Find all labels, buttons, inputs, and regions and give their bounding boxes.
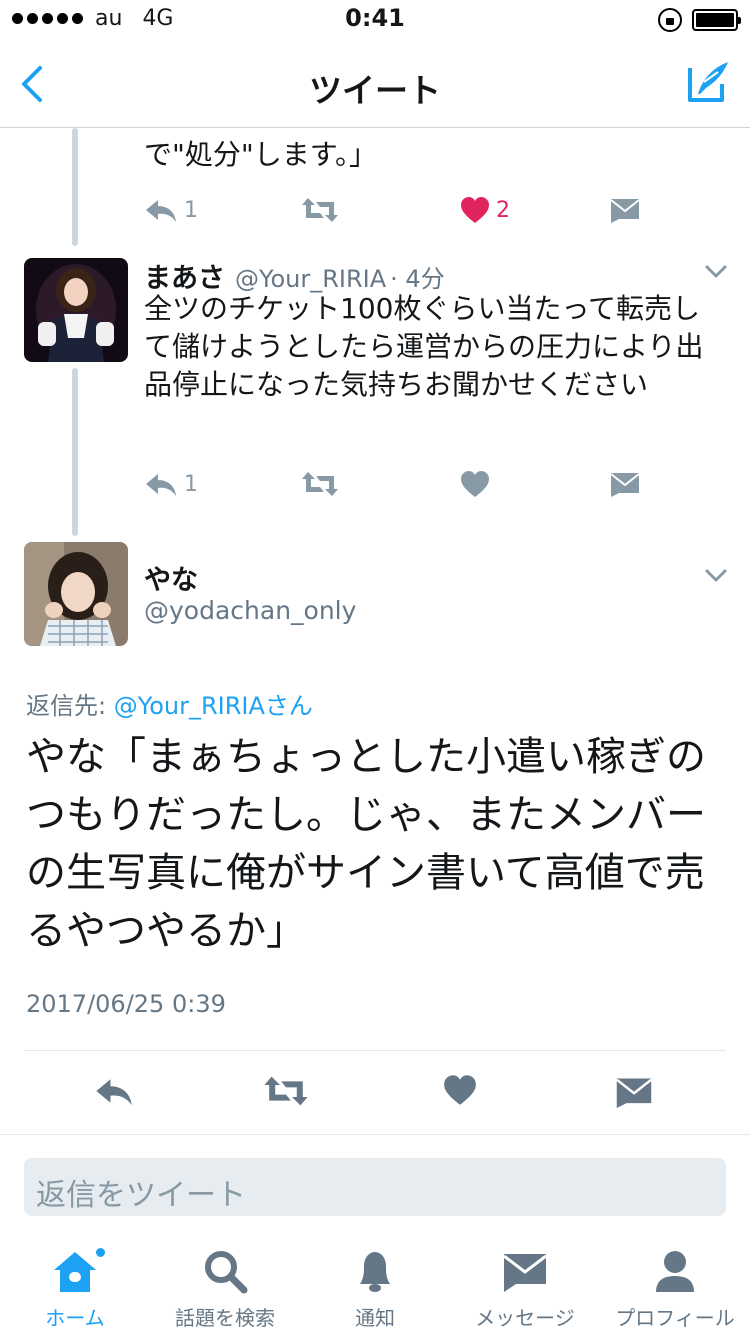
reply-icon <box>146 200 176 222</box>
divider <box>24 1050 726 1051</box>
mail-icon <box>610 199 640 223</box>
reply-tweet-input[interactable]: 返信をツイート <box>24 1158 726 1216</box>
mail-icon[interactable] <box>615 1076 653 1108</box>
retweet-icon <box>302 198 338 222</box>
tab-label: プロフィール <box>615 1306 735 1330</box>
avatar[interactable] <box>24 542 128 646</box>
status-bar: au 4G 0:41 <box>0 0 750 42</box>
user-avatar-photo <box>24 258 128 362</box>
tweet-text: 全ツのチケット100枚ぐらい当たって転売して儲けようとしたら運営からの圧力により… <box>144 292 704 401</box>
reply-icon[interactable] <box>94 1074 134 1108</box>
rotation-lock-icon <box>658 8 682 32</box>
bell-icon <box>360 1252 390 1292</box>
direct-message-button[interactable] <box>610 471 640 497</box>
tab-profile[interactable]: プロフィール <box>600 1236 750 1334</box>
like-count: 2 <box>496 197 510 223</box>
tweet-text: で"処分"します。」 <box>144 138 377 171</box>
user-avatar-photo <box>24 542 128 646</box>
compose-tweet-icon[interactable] <box>684 58 732 106</box>
reply-count: 1 <box>184 197 198 223</box>
mail-icon <box>610 473 640 497</box>
retweet-button[interactable] <box>300 470 340 498</box>
mail-icon <box>503 1254 547 1292</box>
author-handle[interactable]: @yodachan_only <box>144 596 356 625</box>
page-title: ツイート <box>309 71 441 110</box>
reply-to-label: 返信先: <box>26 692 107 720</box>
retweet-icon <box>302 472 338 496</box>
heart-icon[interactable] <box>443 1074 477 1106</box>
navigation-bar: ツイート <box>0 42 750 128</box>
heart-icon <box>461 471 489 497</box>
retweet-icon[interactable] <box>262 1074 310 1108</box>
tab-home[interactable]: ホーム <box>0 1236 150 1334</box>
chevron-down-icon[interactable] <box>704 264 728 280</box>
thread-line <box>72 368 78 536</box>
author-name[interactable]: やな <box>144 558 198 597</box>
retweet-button[interactable] <box>300 196 340 224</box>
reply-icon <box>146 474 176 496</box>
heart-icon <box>461 197 489 223</box>
status-time: 0:41 <box>345 4 405 32</box>
main-tweet-text: やな「まぁちょっとした小遣い稼ぎのつもりだったし。じゃ、またメンバーの生写真に俺… <box>26 734 706 954</box>
tab-messages[interactable]: メッセージ <box>450 1236 600 1334</box>
reply-button[interactable]: 1 <box>144 470 198 498</box>
tweet-actions: 1 <box>144 464 664 504</box>
chevron-down-icon[interactable] <box>704 568 728 584</box>
profile-icon <box>656 1251 694 1292</box>
search-icon <box>205 1251 248 1294</box>
thread-line <box>72 128 78 246</box>
avatar[interactable] <box>24 258 128 362</box>
divider <box>0 1134 750 1135</box>
reply-button[interactable]: 1 <box>144 196 198 224</box>
tab-label: メッセージ <box>475 1306 575 1330</box>
tweet-actions: 1 2 <box>144 190 664 230</box>
like-button[interactable] <box>460 470 490 498</box>
main-tweet-actions <box>0 1068 750 1118</box>
new-content-dot <box>94 1246 107 1259</box>
status-right <box>658 8 741 32</box>
reply-to-line: 返信先: @Your_RIRIAさん <box>26 686 313 721</box>
tab-notifications[interactable]: 通知 <box>300 1236 450 1334</box>
tab-label: ホーム <box>45 1306 105 1330</box>
tab-label: 通知 <box>355 1306 395 1330</box>
tab-label: 話題を検索 <box>175 1306 275 1330</box>
like-button[interactable]: 2 <box>460 196 510 224</box>
tweet-time: · 4分 <box>390 265 445 293</box>
home-icon <box>54 1252 96 1292</box>
battery-icon <box>692 9 741 31</box>
reply-to-mention-link[interactable]: @Your_RIRIAさん <box>114 692 313 720</box>
tab-search[interactable]: 話題を検索 <box>150 1236 300 1334</box>
tab-bar: ホーム 話題を検索 通知 メッセージ プロフィール <box>0 1236 750 1334</box>
tweet-timestamp: 2017/06/25 0:39 <box>26 990 226 1018</box>
direct-message-button[interactable] <box>610 197 640 223</box>
reply-count: 1 <box>184 471 198 497</box>
author-handle[interactable]: @Your_RIRIA <box>235 265 386 293</box>
